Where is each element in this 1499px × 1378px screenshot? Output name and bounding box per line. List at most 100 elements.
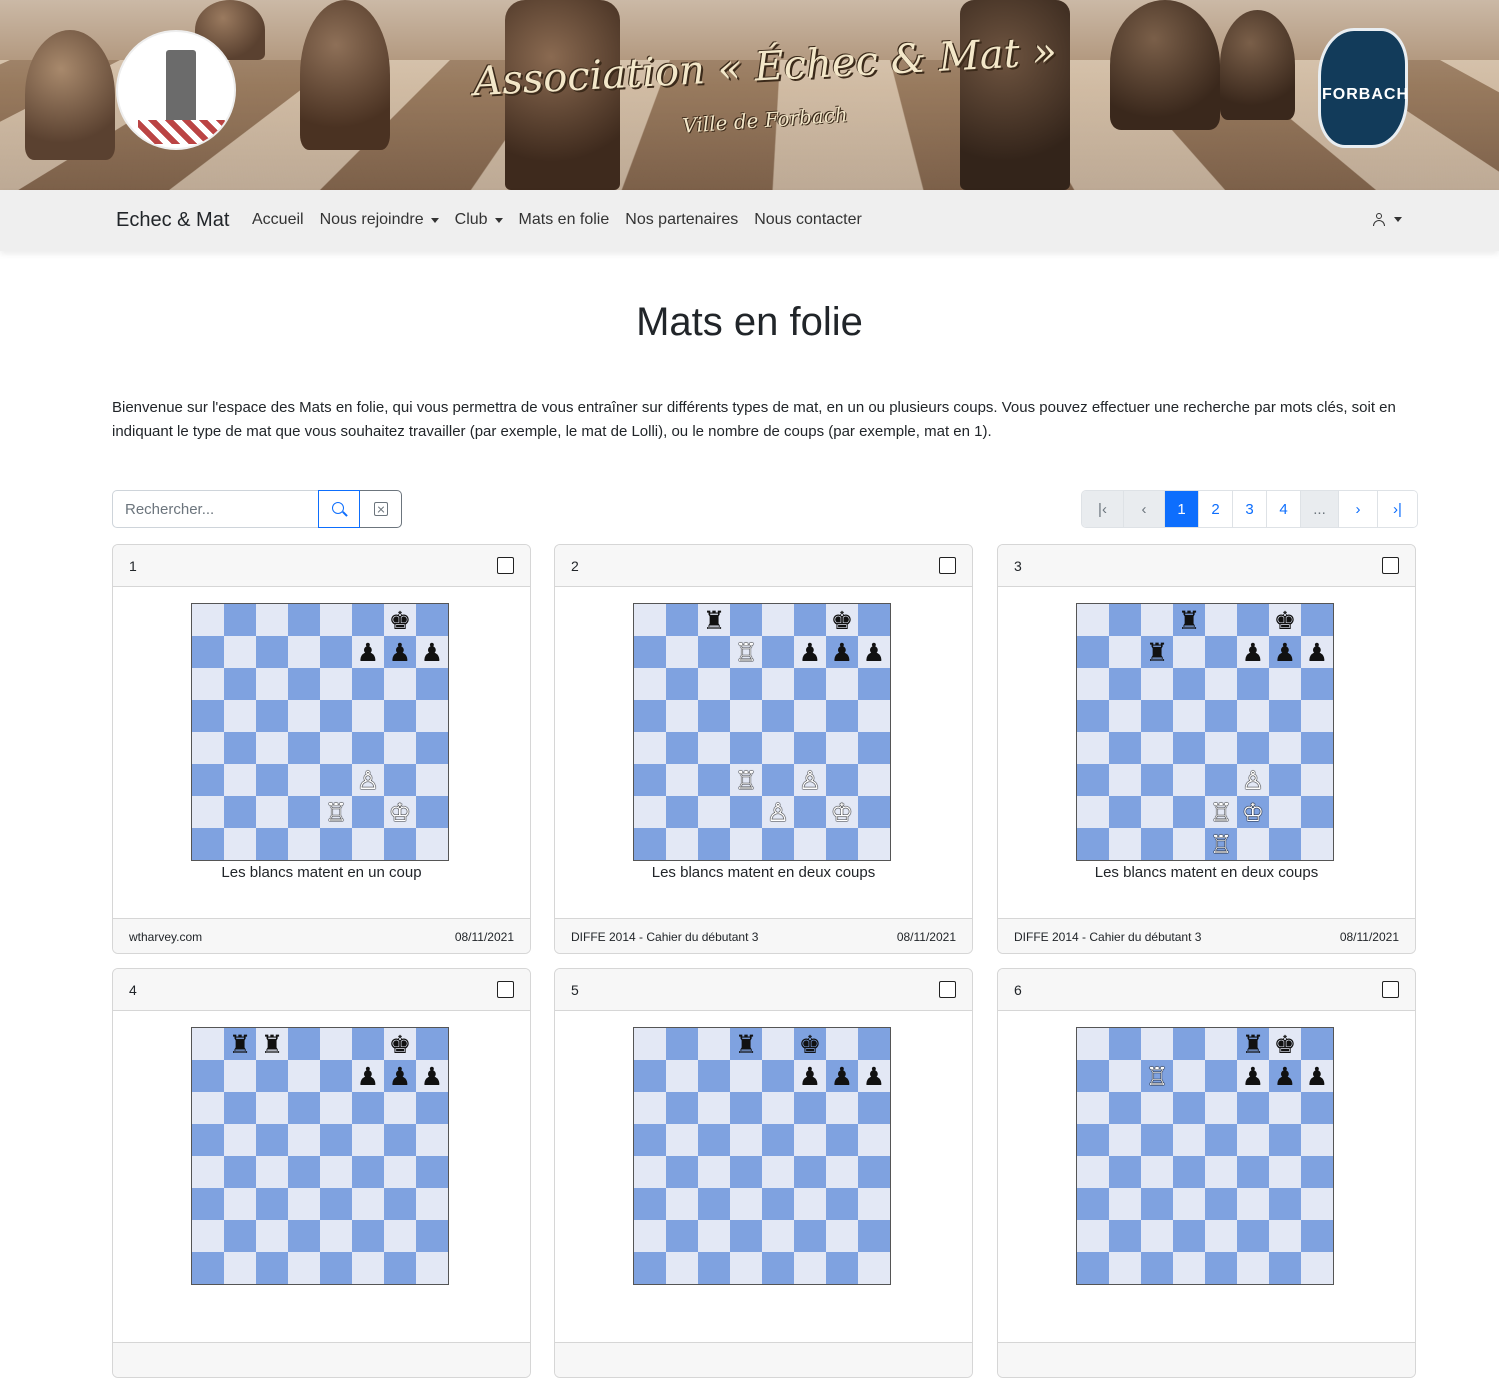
card-number: 5 [571,982,579,998]
board-square [634,1124,666,1156]
page-1-button[interactable]: 1 [1164,491,1198,527]
select-checkbox[interactable] [1382,981,1399,998]
board-square [352,796,384,828]
puzzle-card[interactable]: 3 ♜ ♚ ♜ ♟ ♟ ♟ ♙ ♖ ♔ ♖ Les blancs matent en deux cou… [997,544,1416,954]
board-square [826,764,858,796]
navbar-brand[interactable]: Echec & Mat [116,209,229,232]
board-square: ♖ [730,764,762,796]
chess-piece-icon: ♟ [388,1061,412,1091]
nav-item-nous-rejoindre[interactable]: Nous rejoindre [320,211,439,229]
board-square [224,828,256,860]
board-square [826,700,858,732]
chess-piece-icon: ♚ [388,1029,412,1059]
board-square: ♖ [1205,828,1237,860]
board-square: ♚ [794,1028,826,1060]
card-body: ♜ ♚ ♜ ♟ ♟ ♟ ♙ ♖ ♔ ♖ Les blancs matent en deux coup… [998,587,1415,918]
board-square [1109,796,1141,828]
page-ellipsis: ... [1300,491,1338,527]
chess-piece-icon: ♟ [1305,1061,1329,1091]
board-square: ♖ [320,796,352,828]
nav-item-accueil[interactable]: Accueil [252,211,304,229]
chessboard[interactable]: ♜ ♚ ♖ ♟ ♟ ♟ [1076,1027,1334,1285]
board-square [320,636,352,668]
board-square [634,1092,666,1124]
select-checkbox[interactable] [939,981,956,998]
header-banner: Association « Échec & Mat » Ville de For… [0,0,1499,190]
board-square [698,700,730,732]
puzzle-source: DIFFE 2014 - Cahier du débutant 3 [571,930,759,944]
board-square [1173,1252,1205,1284]
board-square [1109,636,1141,668]
search-icon [331,501,348,517]
nav-item-mats-en-folie[interactable]: Mats en folie [519,211,610,229]
club-logo[interactable] [116,30,236,150]
board-square [794,1156,826,1188]
board-square [224,1188,256,1220]
page-3-button[interactable]: 3 [1232,491,1266,527]
user-menu-toggle[interactable] [1372,212,1402,226]
board-square: ♟ [794,636,826,668]
board-square [1301,700,1333,732]
board-square [698,1124,730,1156]
board-square [1109,1156,1141,1188]
puzzle-card[interactable]: 5 ♜ ♚ ♟ ♟ ♟ [554,968,973,1378]
select-checkbox[interactable] [497,557,514,574]
select-checkbox[interactable] [497,981,514,998]
card-footer: wtharvey.com 08/11/2021 [113,918,530,953]
page-title: Mats en folie [636,300,863,344]
puzzle-card[interactable]: 2 ♜ ♚ ♖ ♟ ♟ ♟ ♖ ♙ ♙ ♔ Les blancs matent en deux cou… [554,544,973,954]
board-square [826,732,858,764]
chessboard[interactable]: ♚ ♟ ♟ ♟ ♙ ♖ ♔ [191,603,449,861]
board-square [1237,668,1269,700]
select-checkbox[interactable] [939,557,956,574]
board-square [1269,732,1301,764]
board-square [224,700,256,732]
card-body: ♜ ♜ ♚ ♟ ♟ ♟ [113,1011,530,1342]
board-square [794,604,826,636]
nav-item-nos-partenaires[interactable]: Nos partenaires [625,211,738,229]
board-square [1109,604,1141,636]
board-square [1173,1188,1205,1220]
puzzle-card[interactable]: 4 ♜ ♜ ♚ ♟ ♟ ♟ [112,968,531,1378]
board-square [1237,1252,1269,1284]
board-square [1269,1252,1301,1284]
puzzle-card[interactable]: 1 ♚ ♟ ♟ ♟ ♙ ♖ ♔ Les blancs matent en un coup wtha… [112,544,531,954]
chess-piece-icon: ♙ [798,765,822,795]
board-square [666,636,698,668]
board-square [1205,604,1237,636]
clear-search-button[interactable] [360,490,402,528]
chess-piece-icon: ♚ [798,1029,822,1059]
puzzle-card[interactable]: 6 ♜ ♚ ♖ ♟ ♟ ♟ [997,968,1416,1378]
chessboard[interactable]: ♜ ♚ ♜ ♟ ♟ ♟ ♙ ♖ ♔ ♖ [1076,603,1334,861]
card-body: ♜ ♚ ♟ ♟ ♟ [555,1011,972,1342]
board-square [1237,1220,1269,1252]
board-square [320,668,352,700]
chess-piece-icon: ♟ [830,1061,854,1091]
board-square [384,1092,416,1124]
chessboard[interactable]: ♜ ♚ ♟ ♟ ♟ [633,1027,891,1285]
search-button[interactable] [318,490,360,528]
page-4-button[interactable]: 4 [1266,491,1300,527]
board-square [288,1028,320,1060]
chess-piece-icon: ♜ [260,1029,284,1059]
nav-item-club[interactable]: Club [455,211,503,229]
forbach-city-logo: FORBACH [1308,28,1416,152]
board-square [352,668,384,700]
board-square [256,700,288,732]
select-checkbox[interactable] [1382,557,1399,574]
next-page-button[interactable]: › [1338,491,1377,527]
nav-item-nous-contacter[interactable]: Nous contacter [754,211,862,229]
board-square [1173,1124,1205,1156]
board-square [320,1124,352,1156]
chessboard[interactable]: ♜ ♜ ♚ ♟ ♟ ♟ [191,1027,449,1285]
page-2-button[interactable]: 2 [1198,491,1232,527]
search-input[interactable] [112,490,318,528]
board-square [1205,668,1237,700]
board-square [384,668,416,700]
board-square: ♙ [352,764,384,796]
last-page-button[interactable]: ›| [1377,491,1417,527]
board-square [224,732,256,764]
board-square [352,1028,384,1060]
board-square: ♚ [384,604,416,636]
chessboard[interactable]: ♜ ♚ ♖ ♟ ♟ ♟ ♖ ♙ ♙ ♔ [633,603,891,861]
